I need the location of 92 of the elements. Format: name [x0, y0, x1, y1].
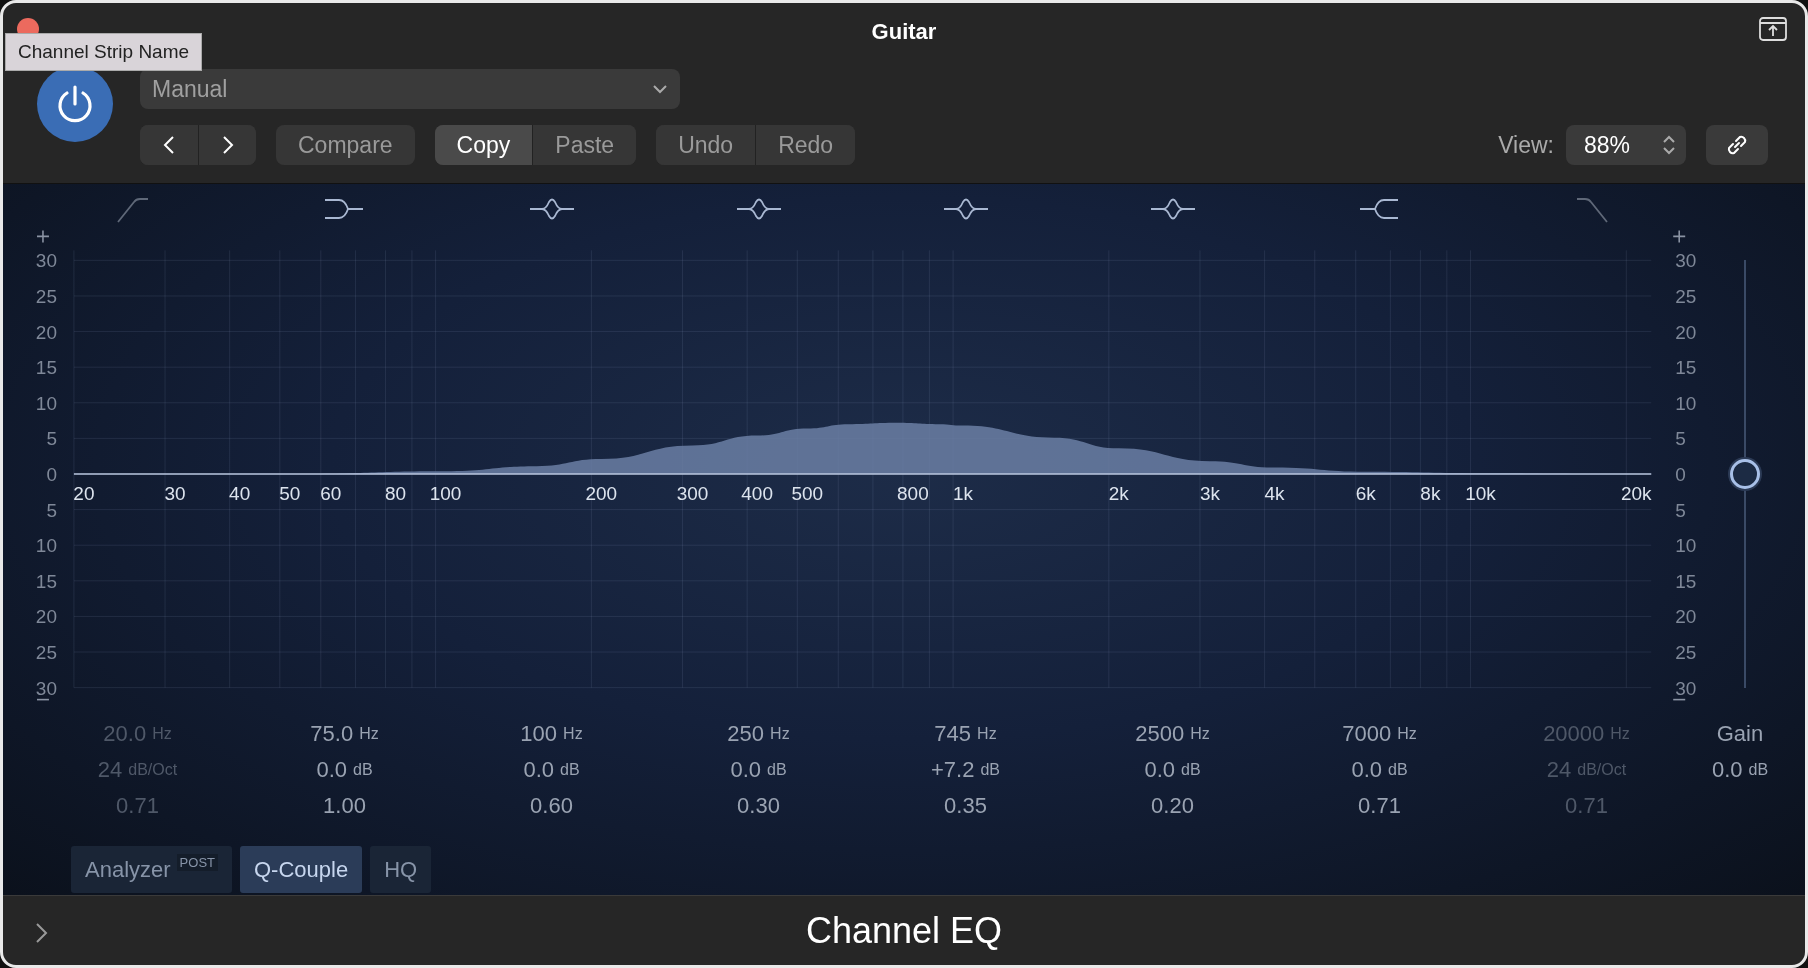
gain-value[interactable]: 0.0 dB — [1069, 752, 1276, 788]
clipboard-button[interactable]: Copy — [434, 125, 533, 165]
db-axis-label: 25 — [35, 285, 57, 307]
minus-icon — [36, 698, 50, 701]
db-axis-label: 5 — [1675, 428, 1686, 450]
db-axis-label: 10 — [35, 535, 57, 557]
frequency-label: 20k — [1621, 482, 1652, 504]
plus-icon — [36, 229, 50, 244]
tooltip: Channel Strip Name — [5, 33, 203, 71]
db-axis-label: 30 — [35, 677, 57, 699]
next-button[interactable] — [198, 125, 256, 165]
db-axis-label: 15 — [35, 570, 57, 592]
eq-graph[interactable]: 30 25 20 15 10 5 0 5 10 15 20 25 30 30 25 20 15 10 5 0 5 10 15 20 25 30 20 30 40 50 60 80 100 200 300 400 500 800 1k 2k 3k 4k 6k 8k 10k 20k — [23, 228, 1721, 712]
frequency-label: 800 — [897, 482, 929, 504]
q-value[interactable]: 0.71 — [1276, 788, 1483, 824]
db-axis-label: 0 — [1675, 464, 1686, 485]
frequency-label: 3k — [1199, 482, 1220, 504]
frequency-label: 4k — [1264, 482, 1285, 504]
gain-value[interactable]: 0.0 dB — [448, 752, 655, 788]
up-down-chevron-icon — [1662, 134, 1676, 156]
frequency-label: 2k — [1108, 482, 1129, 504]
chevron-right-icon[interactable] — [35, 922, 49, 944]
history-button[interactable]: Redo — [755, 125, 856, 165]
db-axis-label: 20 — [35, 606, 57, 628]
frequency-label: 1k — [953, 482, 974, 504]
q-value[interactable]: 0.60 — [448, 788, 655, 824]
preset-dropdown[interactable]: Manual — [140, 69, 680, 109]
gain-value[interactable]: +7.2 dB — [862, 752, 1069, 788]
frequency-value[interactable]: 100 Hz — [448, 716, 655, 752]
gain-slider-thumb[interactable] — [1730, 459, 1761, 489]
db-axis-label: 5 — [1675, 499, 1686, 521]
db-axis-label: 15 — [1675, 357, 1697, 379]
gain-value[interactable]: 0.0 dB — [1690, 752, 1790, 788]
q-value[interactable]: 0.35 — [862, 788, 1069, 824]
frequency-value[interactable]: 250 Hz — [655, 716, 862, 752]
frequency-label: 10k — [1465, 482, 1496, 504]
db-axis-label: 15 — [35, 357, 57, 379]
frequency-label: 30 — [164, 482, 186, 504]
frequency-value[interactable]: 745 Hz — [862, 716, 1069, 752]
db-axis-label: 30 — [1675, 677, 1697, 699]
frequency-label: 20 — [73, 482, 95, 504]
plugin-name: Channel EQ — [805, 909, 1003, 952]
db-axis-label: 5 — [46, 428, 57, 450]
db-axis-label: 25 — [35, 642, 57, 663]
frequency-label: 80 — [384, 482, 406, 504]
q-value[interactable]: 0.30 — [655, 788, 862, 824]
frequency-label: 6k — [1355, 482, 1376, 504]
frequency-label: 400 — [741, 482, 773, 504]
gain-label: Gain — [1715, 720, 1765, 748]
frequency-value[interactable]: 75.0 Hz — [241, 716, 448, 752]
frequency-label: 40 — [229, 482, 251, 504]
chevron-down-icon — [652, 84, 668, 94]
gain-value[interactable]: 0.0 dB — [1276, 752, 1483, 788]
q-value[interactable]: 1.00 — [241, 788, 448, 824]
frequency-label: 300 — [676, 482, 709, 504]
window-title: Guitar — [871, 19, 937, 45]
zoom-stepper[interactable]: 88% — [1566, 125, 1686, 165]
db-axis-label: 25 — [1675, 642, 1697, 663]
frequency-label: 200 — [585, 482, 618, 504]
frequency-label: 60 — [320, 482, 342, 504]
option-toggle[interactable]: Q-Couple — [240, 846, 363, 893]
frequency-label: 100 — [429, 482, 462, 504]
db-axis-label: 20 — [1675, 606, 1697, 628]
clipboard-button[interactable]: Paste — [532, 125, 637, 165]
upload-window-icon[interactable] — [1759, 17, 1787, 41]
view-label: View: — [1498, 131, 1554, 159]
frequency-value[interactable]: 7000 Hz — [1276, 716, 1483, 752]
db-axis-label: 25 — [1675, 285, 1697, 307]
db-axis-label: 10 — [1675, 392, 1697, 414]
db-axis-label: 10 — [1675, 535, 1697, 557]
minus-icon — [1672, 698, 1686, 701]
db-axis-label: 20 — [35, 321, 57, 343]
db-axis-label: 5 — [46, 499, 57, 521]
gain-value[interactable]: 0.0 dB — [655, 752, 862, 788]
db-axis-label: 15 — [1675, 570, 1697, 592]
db-axis-label: 0 — [46, 464, 57, 485]
db-axis-label: 30 — [1675, 250, 1697, 272]
db-axis-label: 20 — [1675, 321, 1697, 343]
option-toggle[interactable]: Analyzer $^{POST}$ — [71, 846, 232, 893]
option-toggle[interactable]: HQ — [370, 846, 432, 893]
plus-icon — [1672, 229, 1686, 244]
db-axis-label: 30 — [35, 250, 57, 272]
frequency-label: 8k — [1420, 482, 1441, 504]
q-value[interactable]: 0.20 — [1069, 788, 1276, 824]
link-button[interactable] — [1706, 125, 1768, 165]
frequency-label: 500 — [791, 482, 824, 504]
frequency-value[interactable]: 2500 Hz — [1069, 716, 1276, 752]
chevron-left-icon — [163, 135, 175, 155]
chevron-right-icon — [221, 135, 234, 155]
gain-value[interactable]: 0.0 dB — [241, 752, 448, 788]
db-axis-label: 10 — [35, 392, 57, 414]
frequency-label: 50 — [279, 482, 301, 504]
